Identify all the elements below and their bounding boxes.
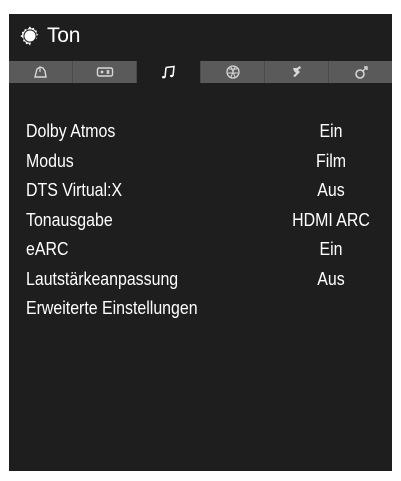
menu-item-value: Film <box>315 149 347 171</box>
tab-network[interactable] <box>201 61 265 83</box>
tab-remote[interactable] <box>73 61 137 83</box>
menu-item-dolby-atmos[interactable]: Dolby Atmos Ein <box>26 117 343 147</box>
gear-icon <box>20 26 39 46</box>
menu-item-earc[interactable]: eARC Ein <box>26 235 343 265</box>
category-tab-bar <box>9 61 392 83</box>
tab-sound[interactable] <box>137 61 201 83</box>
menu-item-dts-virtual-x[interactable]: DTS Virtual:X Aus <box>26 176 345 206</box>
menu-item-label: Dolby Atmos <box>26 120 116 141</box>
tab-system[interactable] <box>329 61 392 83</box>
satellite-icon <box>292 66 301 77</box>
menu-item-tonausgabe[interactable]: Tonausgabe HDMI ARC <box>26 206 370 236</box>
music-note-icon <box>161 65 175 79</box>
remote-icon <box>96 67 113 77</box>
menu-item-value: HDMI ARC <box>292 208 370 230</box>
settings-panel: Ton Dolby Atmos Ein Modus Film DTS Virtu… <box>9 14 392 471</box>
menu-item-label: Erweiterte Einstellungen <box>26 297 198 318</box>
menu-item-value: Ein <box>319 120 343 141</box>
menu-item-label: eARC <box>26 238 69 259</box>
tab-picture[interactable] <box>9 61 73 83</box>
menu-item-value: Aus <box>317 179 345 200</box>
menu-item-erweiterte-einstellungen[interactable]: Erweiterte Einstellungen <box>26 294 336 324</box>
menu-item-label: Modus <box>26 149 74 171</box>
picture-icon <box>33 66 47 78</box>
top-strip <box>0 0 401 14</box>
menu-item-value: Aus <box>317 267 345 289</box>
settings-list: Dolby Atmos Ein Modus Film DTS Virtual:X… <box>26 117 386 324</box>
tab-satellite[interactable] <box>265 61 329 83</box>
menu-item-lautstaerkeanpassung[interactable]: Lautstärkeanpassung Aus <box>26 265 345 295</box>
menu-item-modus[interactable]: Modus Film <box>26 147 346 177</box>
menu-header: Ton <box>9 14 392 58</box>
network-icon <box>225 65 240 79</box>
menu-item-value: Ein <box>319 238 343 259</box>
page-title: Ton <box>47 24 81 47</box>
menu-item-label: DTS Virtual:X <box>26 179 123 200</box>
menu-item-label: Tonausgabe <box>26 208 113 230</box>
system-icon <box>354 66 368 79</box>
